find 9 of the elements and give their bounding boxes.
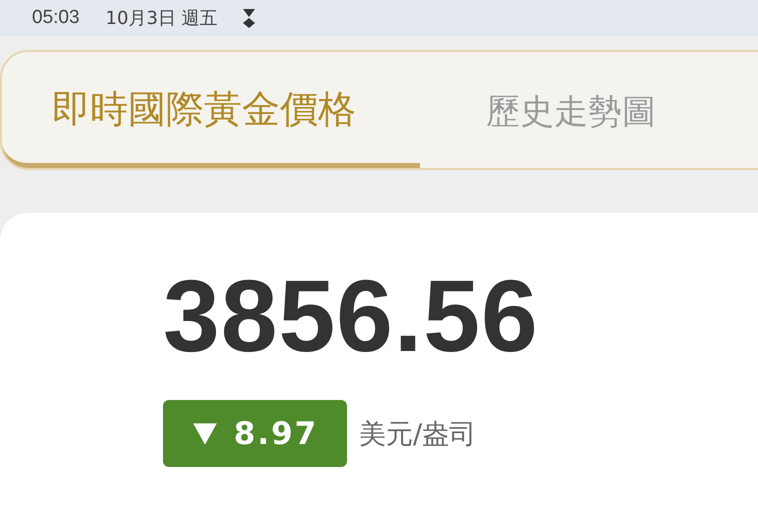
notification-icon [242,8,256,28]
price-value: 3856.56 [163,261,540,371]
tab[interactable]: 歷史走勢圖 [420,52,656,168]
status-time: 05:03 [32,7,80,29]
status-date: 10月3日 週五 [106,7,218,30]
triangle-icon [192,420,218,446]
change-value: 8.97 [234,416,318,452]
tab[interactable]: 即時國際黃金價格 [2,52,420,168]
unit-label: 美元/盎司 [359,418,476,452]
